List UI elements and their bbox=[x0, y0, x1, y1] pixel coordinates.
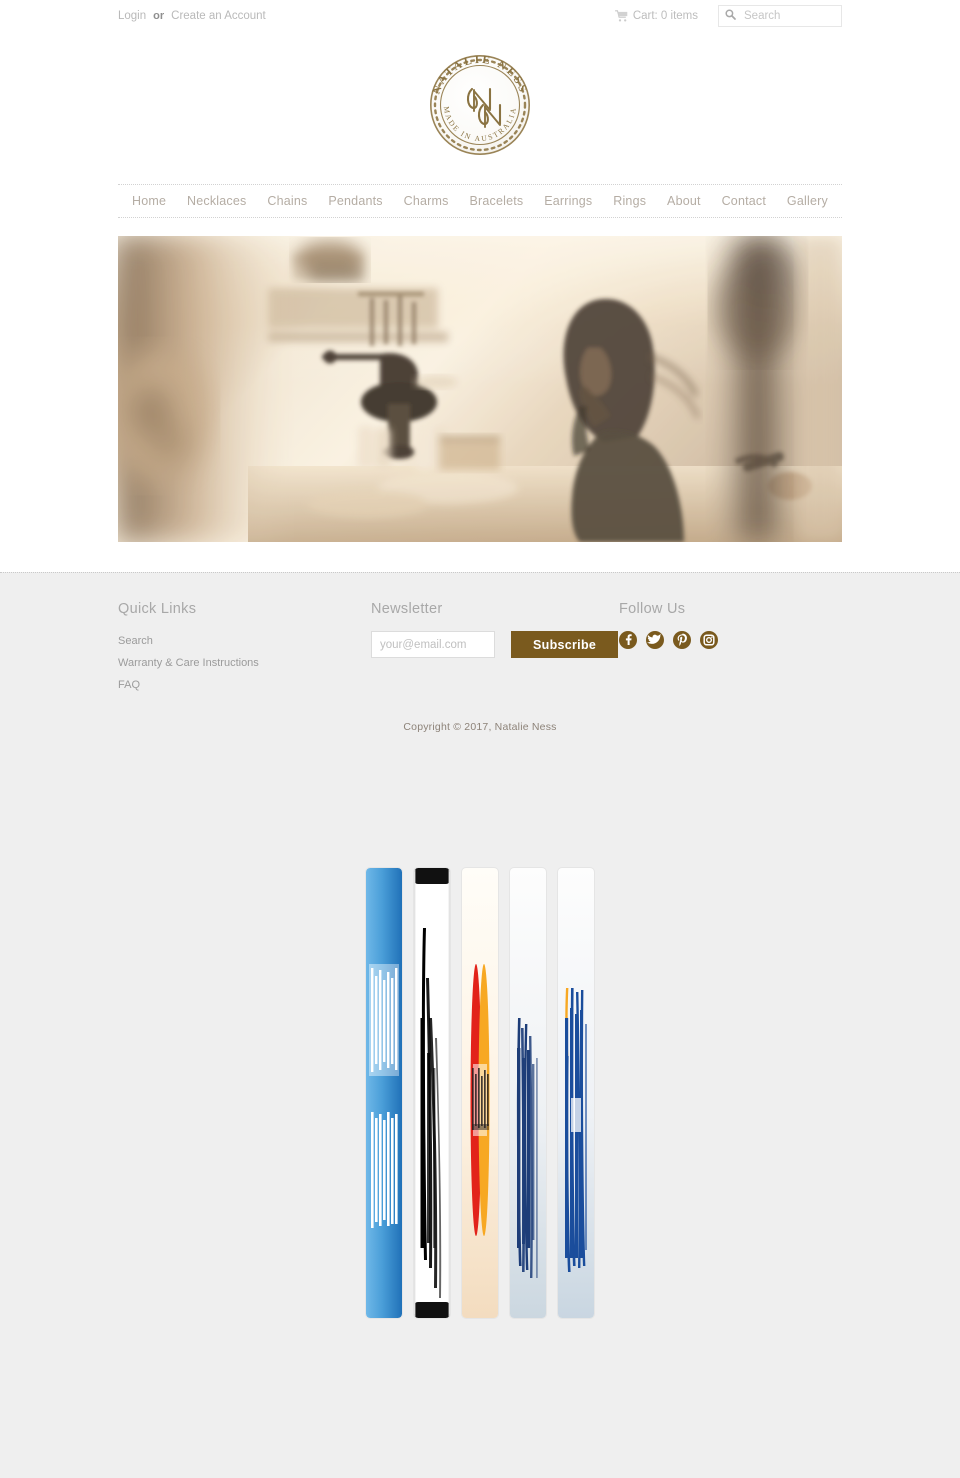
quick-link-warranty-care[interactable]: Warranty & Care Instructions bbox=[118, 657, 259, 669]
search-icon bbox=[725, 7, 736, 25]
pinterest-icon[interactable] bbox=[673, 631, 691, 649]
utility-right-group: Cart: 0 items bbox=[614, 5, 842, 27]
natalie-ness-stamp-logo[interactable]: NATALIE NESS MADE IN AUSTRALIA bbox=[420, 45, 540, 165]
newsletter-heading: Newsletter bbox=[371, 601, 443, 617]
visa-icon bbox=[558, 868, 594, 1318]
nav-item-pendants[interactable]: Pendants bbox=[328, 194, 382, 208]
login-link[interactable]: Login bbox=[118, 10, 146, 22]
mastercard-icon bbox=[462, 868, 498, 1318]
apple-pay-icon bbox=[414, 868, 450, 1318]
american-express-icon bbox=[366, 868, 402, 1318]
cart-label: Cart: 0 items bbox=[632, 10, 698, 22]
list-item: Warranty & Care Instructions bbox=[118, 653, 371, 671]
nav-item-charms[interactable]: Charms bbox=[404, 194, 449, 208]
list-item: FAQ bbox=[118, 675, 371, 693]
nav-item-earrings[interactable]: Earrings bbox=[544, 194, 592, 208]
utility-bar: Login or Create an Account Cart: 0 items bbox=[118, 0, 842, 29]
search-input[interactable] bbox=[742, 9, 835, 23]
or-separator: or bbox=[153, 10, 165, 22]
nav-item-about[interactable]: About bbox=[667, 194, 701, 208]
instagram-icon[interactable] bbox=[700, 631, 718, 649]
header-search-box[interactable] bbox=[718, 5, 842, 27]
hero-slideshow-wrapper bbox=[118, 218, 842, 542]
footer-columns: Quick Links Search Warranty & Care Instr… bbox=[118, 601, 842, 697]
payment-methods-row bbox=[0, 868, 960, 1318]
twitter-icon[interactable] bbox=[646, 631, 664, 649]
main-navigation: Home Necklaces Chains Pendants Charms Br… bbox=[118, 185, 842, 217]
follow-us-heading: Follow Us bbox=[619, 601, 686, 617]
subscribe-button[interactable]: Subscribe bbox=[511, 631, 619, 658]
paypal-icon bbox=[510, 868, 546, 1318]
nav-item-necklaces[interactable]: Necklaces bbox=[187, 194, 246, 208]
cart-link[interactable]: Cart: 0 items bbox=[614, 10, 698, 22]
list-item: Search bbox=[118, 631, 371, 649]
hero-image[interactable] bbox=[118, 236, 842, 542]
footer-quick-links: Quick Links Search Warranty & Care Instr… bbox=[118, 601, 371, 697]
page-header-area: Login or Create an Account Cart: 0 items bbox=[0, 0, 960, 572]
shopping-cart-icon bbox=[614, 10, 628, 22]
facebook-icon[interactable] bbox=[619, 631, 637, 649]
main-navigation-wrapper: Home Necklaces Chains Pendants Charms Br… bbox=[118, 184, 842, 218]
quick-links-heading: Quick Links bbox=[118, 601, 197, 617]
newsletter-form: Subscribe bbox=[371, 631, 619, 658]
quick-link-faq[interactable]: FAQ bbox=[118, 679, 140, 691]
nav-item-gallery[interactable]: Gallery bbox=[787, 194, 828, 208]
site-logo-container[interactable]: NATALIE NESS MADE IN AUSTRALIA bbox=[0, 29, 960, 184]
quick-link-search[interactable]: Search bbox=[118, 635, 153, 647]
footer-follow-us: Follow Us bbox=[619, 601, 842, 697]
create-account-link[interactable]: Create an Account bbox=[171, 10, 266, 22]
copyright-text: Copyright © 2017, Natalie Ness bbox=[403, 721, 557, 733]
newsletter-email-input[interactable] bbox=[371, 631, 495, 658]
nav-item-bracelets[interactable]: Bracelets bbox=[469, 194, 523, 208]
site-footer: Quick Links Search Warranty & Care Instr… bbox=[0, 573, 960, 741]
nav-item-home[interactable]: Home bbox=[132, 194, 166, 208]
footer-newsletter: Newsletter Subscribe bbox=[371, 601, 619, 697]
quick-links-list: Search Warranty & Care Instructions FAQ bbox=[118, 631, 371, 693]
nav-item-rings[interactable]: Rings bbox=[613, 194, 646, 208]
social-links-row bbox=[619, 631, 842, 649]
account-links: Login or Create an Account bbox=[118, 10, 266, 22]
nav-item-chains[interactable]: Chains bbox=[267, 194, 307, 208]
page-root: Login or Create an Account Cart: 0 items bbox=[0, 0, 960, 1478]
nav-item-contact[interactable]: Contact bbox=[722, 194, 766, 208]
